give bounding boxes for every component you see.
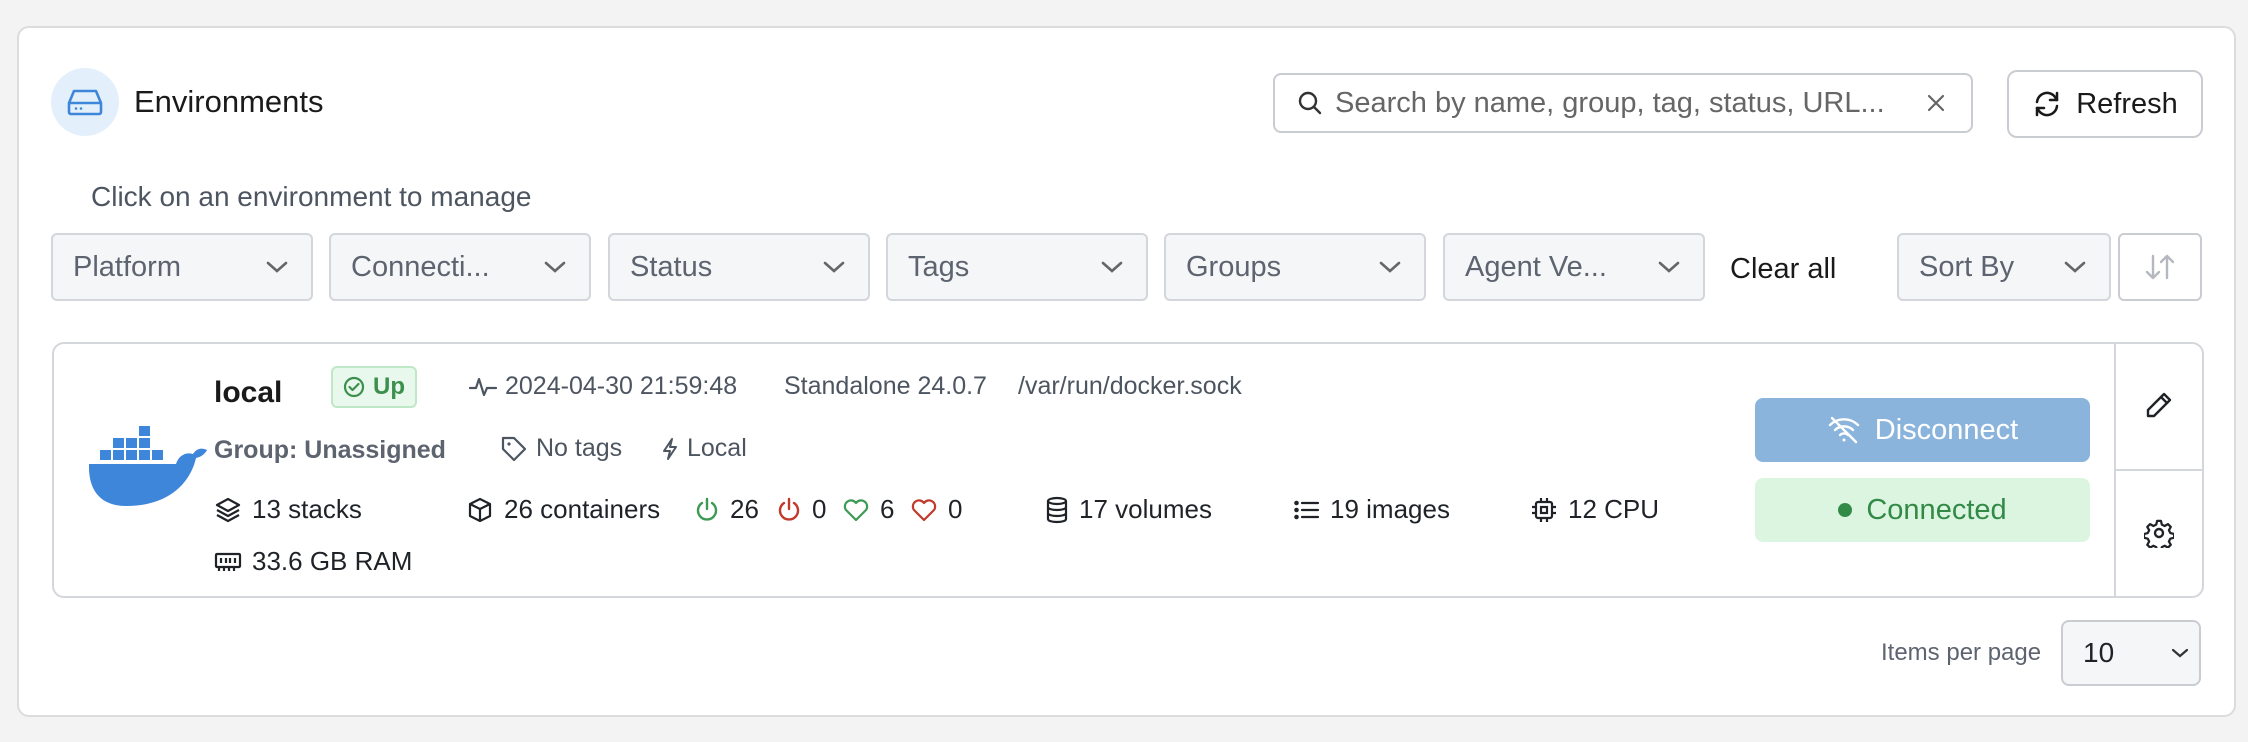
ram-label: 33.6 GB RAM: [252, 546, 413, 576]
wifi-off-icon: [1828, 416, 1859, 444]
chevron-down-icon: [544, 261, 566, 273]
refresh-label: Refresh: [2076, 87, 2178, 120]
connection-status: Connected: [1755, 478, 2090, 542]
chevron-down-icon: [2171, 648, 2189, 658]
sort-arrows-icon: [2145, 254, 2175, 280]
power-off-icon: [778, 497, 800, 521]
chevron-down-icon: [266, 261, 288, 273]
running-stat: 26: [694, 494, 759, 525]
volumes-label: 17 volumes: [1079, 494, 1212, 524]
filter-label: Connecti...: [351, 250, 490, 283]
clear-all-button[interactable]: Clear all: [1730, 253, 1836, 286]
filter-label: Tags: [908, 250, 970, 283]
pencil-icon: [2146, 392, 2172, 418]
chevron-down-icon: [1101, 261, 1123, 273]
images-stat: 19 images: [1294, 494, 1450, 525]
list-icon: [1294, 500, 1320, 519]
memory-icon: [214, 552, 242, 571]
sort-by-select[interactable]: Sort By: [1897, 233, 2111, 301]
chevron-down-icon: [1379, 261, 1401, 273]
status-badge: Up: [331, 366, 417, 408]
sort-direction-button[interactable]: [2118, 233, 2202, 301]
tags-label: No tags: [536, 434, 623, 462]
chevron-down-icon: [1658, 261, 1680, 273]
healthy-stat: 6: [842, 494, 894, 525]
power-on-icon: [696, 497, 718, 521]
environment-settings-button[interactable]: [2142, 518, 2176, 553]
chevron-down-icon: [823, 261, 845, 273]
stacks-label: 13 stacks: [252, 494, 362, 524]
sort-by-label: Sort By: [1919, 250, 2015, 283]
tag-icon: [501, 436, 527, 461]
search-box[interactable]: [1273, 73, 1973, 133]
environment-type: Standalone 24.0.7: [784, 372, 987, 400]
filter-agent-version[interactable]: Agent Ve...: [1443, 233, 1705, 301]
cpu-icon: [1532, 497, 1556, 522]
environments-panel: Environments Refresh Click on an environ…: [17, 26, 2236, 717]
stopped-count: 0: [812, 494, 827, 524]
clear-search-icon[interactable]: [1927, 94, 1945, 112]
environment-name[interactable]: local: [214, 376, 282, 410]
images-label: 19 images: [1330, 494, 1450, 524]
ram-stat: 33.6 GB RAM: [214, 546, 412, 577]
environment-kind: Local: [661, 434, 747, 463]
containers-stat: 26 containers: [466, 494, 660, 525]
filter-groups[interactable]: Groups: [1164, 233, 1426, 301]
environments-icon: [51, 68, 119, 136]
cpu-stat: 12 CPU: [1530, 494, 1659, 525]
running-count: 26: [730, 494, 759, 524]
filter-label: Platform: [73, 250, 181, 283]
card-actions: [2114, 344, 2202, 596]
gear-icon: [2142, 519, 2176, 553]
healthy-count: 6: [880, 494, 895, 524]
last-check: 2024-04-30 21:59:48: [469, 372, 737, 401]
filter-connection[interactable]: Connecti...: [329, 233, 591, 301]
filter-status[interactable]: Status: [608, 233, 870, 301]
connected-label: Connected: [1866, 493, 2007, 526]
page-subtitle: Click on an environment to manage: [91, 181, 532, 212]
refresh-icon: [2032, 89, 2062, 119]
docker-logo-icon: [88, 420, 210, 517]
filter-label: Status: [630, 250, 713, 283]
stopped-stat: 0: [776, 494, 826, 525]
actions-divider: [2116, 469, 2202, 471]
check-circle-icon: [343, 376, 365, 398]
volumes-stat: 17 volumes: [1045, 494, 1212, 525]
environment-group: Group: Unassigned: [214, 436, 446, 464]
kind-label: Local: [687, 434, 747, 462]
search-input[interactable]: [1333, 85, 1917, 121]
cpu-label: 12 CPU: [1568, 494, 1660, 524]
heart-unhealthy-icon: [911, 498, 937, 521]
environment-url: /var/run/docker.sock: [1018, 372, 1242, 400]
heartbeat-icon: [469, 377, 497, 396]
filter-label: Agent Ve...: [1465, 250, 1607, 283]
last-check-time: 2024-04-30 21:59:48: [505, 372, 738, 400]
containers-label: 26 containers: [504, 494, 661, 524]
search-icon: [1297, 90, 1323, 116]
edit-environment-button[interactable]: [2144, 390, 2174, 425]
bolt-icon: [663, 437, 677, 460]
filter-platform[interactable]: Platform: [51, 233, 313, 301]
items-per-page-value: 10: [2083, 637, 2115, 668]
database-icon: [1046, 496, 1068, 523]
environment-card[interactable]: local Up 2024-04-30 21:59:48 Standalone …: [52, 342, 2204, 598]
connected-dot-icon: [1838, 503, 1853, 517]
unhealthy-count: 0: [948, 494, 963, 524]
layers-icon: [215, 497, 241, 522]
cube-icon: [468, 497, 492, 522]
items-per-page-select[interactable]: 10: [2061, 620, 2201, 686]
stacks-stat: 13 stacks: [214, 494, 362, 525]
disconnect-label: Disconnect: [1874, 413, 2019, 446]
chevron-down-icon: [2064, 261, 2086, 273]
status-label: Up: [373, 373, 405, 400]
heart-healthy-icon: [843, 498, 869, 521]
disconnect-button[interactable]: Disconnect: [1755, 398, 2090, 462]
environment-tags: No tags: [500, 434, 622, 463]
items-per-page-label: Items per page: [1881, 639, 2042, 666]
unhealthy-stat: 0: [910, 494, 962, 525]
filter-label: Groups: [1186, 250, 1282, 283]
page-title: Environments: [134, 84, 324, 119]
filter-tags[interactable]: Tags: [886, 233, 1148, 301]
refresh-button[interactable]: Refresh: [2007, 70, 2203, 138]
